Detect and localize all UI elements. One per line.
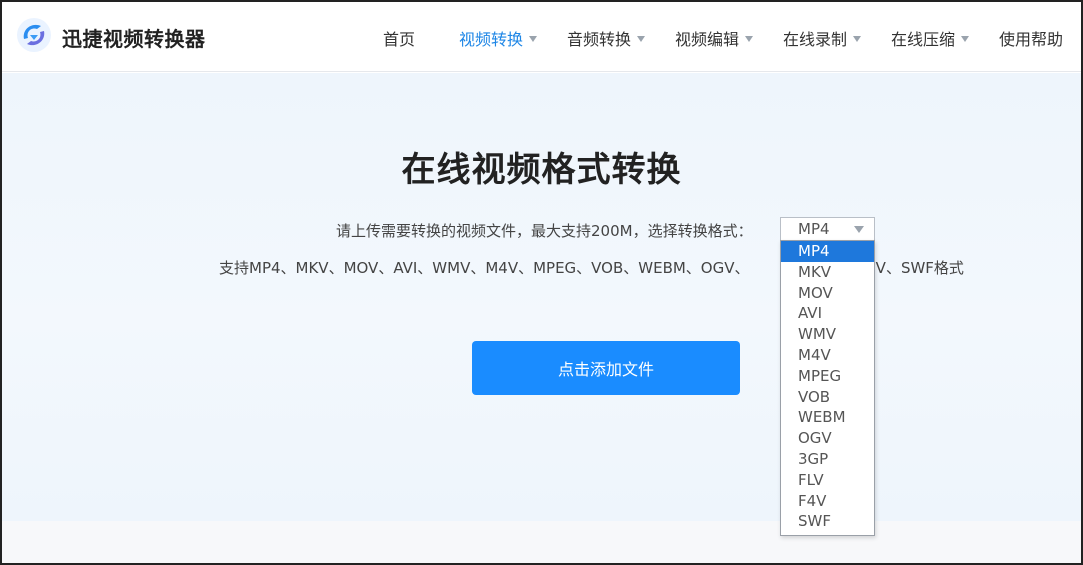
caret-down-icon [854, 226, 864, 233]
nav-online-compress[interactable]: 在线压缩 [891, 26, 970, 50]
format-option[interactable]: SWF [781, 511, 874, 532]
logo-icon[interactable] [16, 17, 52, 53]
nav-home[interactable]: 首页 [383, 26, 415, 50]
format-option[interactable]: OGV [781, 428, 874, 449]
page-title: 在线视频格式转换 [401, 150, 682, 190]
caret-down-icon [961, 35, 970, 42]
upload-description: 请上传需要转换的视频文件，最大支持200M，选择转换格式： [336, 222, 753, 240]
format-option[interactable]: MKV [781, 262, 874, 283]
caret-down-icon [745, 35, 754, 42]
top-header: 迅捷视频转换器 首页 视频转换 音频转换 视频编辑 在线录制 在线压缩 使用帮助 [2, 2, 1081, 72]
nav-home-label: 首页 [383, 30, 416, 49]
format-option[interactable]: 3GP [781, 449, 874, 470]
format-option[interactable]: WMV [781, 324, 874, 345]
nav-online-record-label: 在线录制 [783, 30, 848, 49]
format-dropdown-list: MP4 MKV MOV AVI WMV M4V MPEG VOB WEBM OG… [780, 240, 875, 536]
nav-help[interactable]: 使用帮助 [999, 26, 1063, 50]
format-option[interactable]: WEBM [781, 407, 874, 428]
brand-name[interactable]: 迅捷视频转换器 [62, 23, 206, 52]
format-option[interactable]: MPEG [781, 366, 874, 387]
format-option[interactable]: VOB [781, 387, 874, 408]
format-option[interactable]: FLV [781, 470, 874, 491]
nav-online-compress-label: 在线压缩 [891, 30, 956, 49]
format-option[interactable]: M4V [781, 345, 874, 366]
format-option[interactable]: AVI [781, 303, 874, 324]
nav-online-record[interactable]: 在线录制 [783, 26, 862, 50]
nav-help-label: 使用帮助 [999, 30, 1064, 49]
format-option[interactable]: F4V [781, 491, 874, 512]
app-window: 迅捷视频转换器 首页 视频转换 音频转换 视频编辑 在线录制 在线压缩 使用帮助 [0, 0, 1083, 565]
nav-video-edit-label: 视频编辑 [675, 30, 740, 49]
supported-formats-left: 支持MP4、MKV、MOV、AVI、WMV、M4V、MPEG、VOB、WEBM、… [219, 259, 750, 277]
nav-video-edit[interactable]: 视频编辑 [675, 26, 754, 50]
format-option[interactable]: MP4 [781, 241, 874, 262]
add-file-button[interactable]: 点击添加文件 [472, 341, 740, 395]
caret-down-icon [853, 35, 862, 42]
format-select[interactable]: MP4 [780, 217, 875, 241]
nav-video-convert-label: 视频转换 [459, 30, 524, 49]
format-option[interactable]: MOV [781, 283, 874, 304]
footer-band [2, 521, 1081, 563]
nav-audio-convert-label: 音频转换 [567, 30, 632, 49]
nav-audio-convert[interactable]: 音频转换 [567, 26, 646, 50]
caret-down-icon [529, 35, 538, 42]
nav-video-convert[interactable]: 视频转换 [459, 26, 538, 50]
format-select-value: MP4 [798, 220, 830, 238]
caret-down-icon [637, 35, 646, 42]
main-section [2, 73, 1081, 521]
